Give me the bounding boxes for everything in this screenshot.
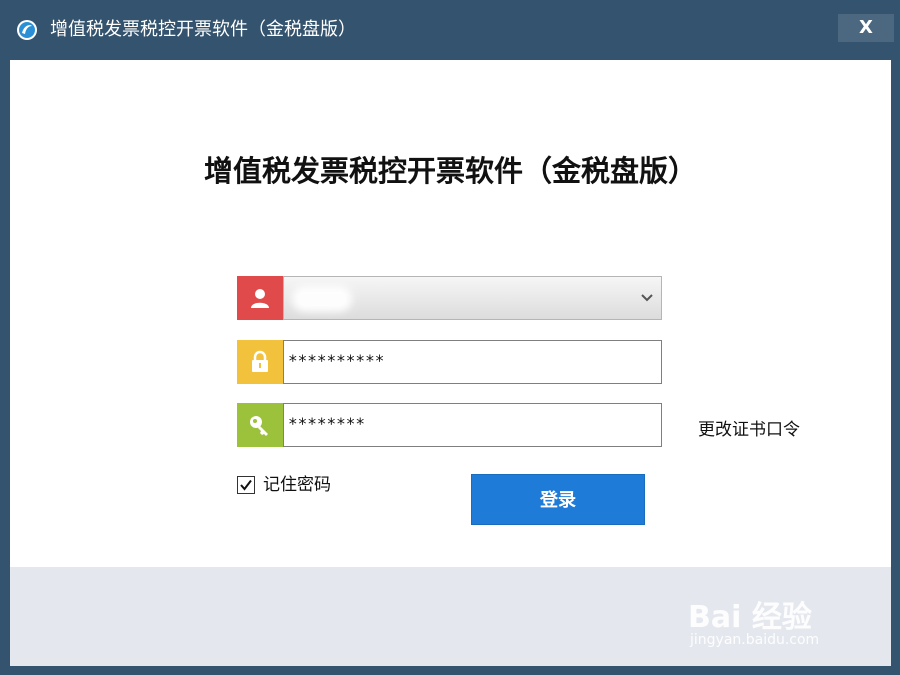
change-cert-password-link[interactable]: 更改证书口令 [698, 415, 800, 440]
watermark-url: jingyan.baidu.com [690, 632, 820, 648]
user-icon [237, 276, 283, 320]
lock-icon [237, 340, 283, 384]
window-title: 增值税发票税控开票软件（金税盘版） [50, 19, 356, 40]
cert-password-row: ******** [237, 403, 662, 447]
cert-password-value: ******** [288, 414, 366, 433]
password-value: ********** [288, 351, 385, 370]
key-icon [237, 403, 283, 447]
user-dropdown[interactable] [283, 276, 662, 320]
password-row: ********** [237, 340, 662, 384]
login-button[interactable]: 登录 [471, 474, 645, 525]
login-panel: 增值税发票税控开票软件（金税盘版） ********** ******** 更改… [10, 60, 891, 666]
checkmark-icon [240, 479, 252, 491]
remember-checkbox[interactable] [237, 476, 255, 494]
watermark-logo: Bai 经验 [688, 600, 812, 635]
remember-label: 记住密码 [263, 475, 331, 495]
page-title: 增值税发票税控开票软件（金税盘版） [203, 154, 697, 188]
watermark: Bai 经验 jingyan.baidu.com [688, 590, 858, 660]
cert-password-field[interactable]: ******** [283, 403, 662, 447]
app-logo-icon [17, 20, 37, 40]
user-select[interactable] [237, 276, 662, 320]
chevron-down-icon[interactable] [639, 289, 655, 305]
close-button[interactable]: X [838, 14, 894, 42]
redacted-username [298, 292, 346, 306]
password-field[interactable]: ********** [283, 340, 662, 384]
title-bar: 增值税发票税控开票软件（金税盘版） X [0, 0, 900, 60]
